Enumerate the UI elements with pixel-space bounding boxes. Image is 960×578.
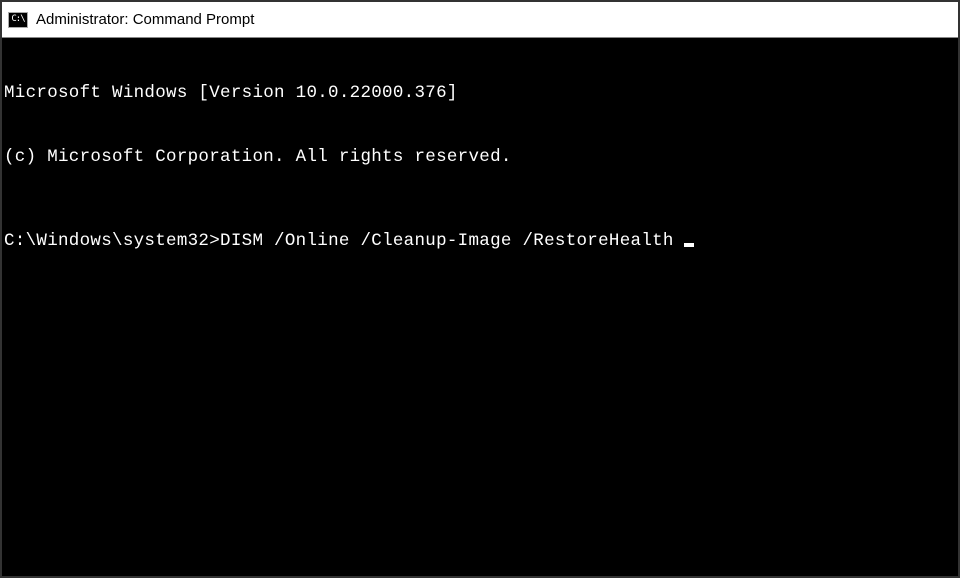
cursor: [684, 243, 694, 247]
cmd-icon-text: C:\: [11, 15, 24, 24]
prompt-path: C:\Windows\system32>: [4, 231, 220, 252]
window-title: Administrator: Command Prompt: [36, 11, 254, 28]
command-prompt-window: C:\ Administrator: Command Prompt Micros…: [0, 0, 960, 578]
titlebar[interactable]: C:\ Administrator: Command Prompt: [2, 2, 958, 38]
cmd-icon: C:\: [8, 12, 28, 28]
command-input[interactable]: DISM /Online /Cleanup-Image /RestoreHeal…: [220, 231, 674, 252]
terminal-area[interactable]: Microsoft Windows [Version 10.0.22000.37…: [2, 38, 958, 576]
terminal-output-line: (c) Microsoft Corporation. All rights re…: [4, 147, 956, 168]
terminal-output-line: Microsoft Windows [Version 10.0.22000.37…: [4, 83, 956, 104]
terminal-prompt-line: C:\Windows\system32>DISM /Online /Cleanu…: [4, 231, 956, 252]
